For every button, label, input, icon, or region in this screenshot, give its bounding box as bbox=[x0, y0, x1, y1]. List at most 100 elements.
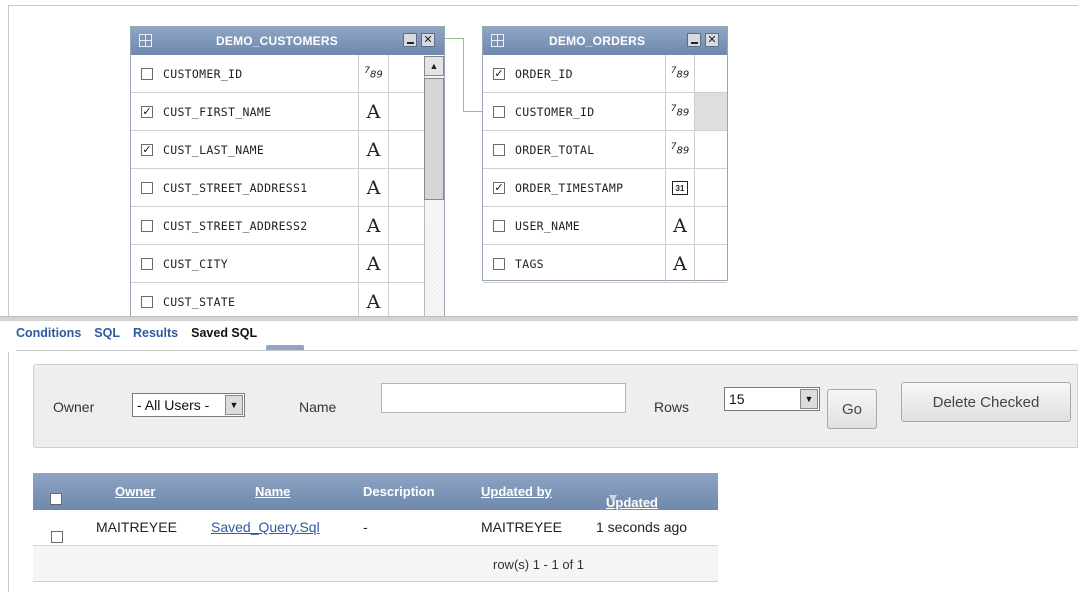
header-updated-by[interactable]: Updated by bbox=[481, 484, 552, 499]
column-checkbox[interactable] bbox=[141, 219, 153, 232]
column-checkbox[interactable] bbox=[493, 105, 505, 118]
orders-table-header[interactable]: DEMO_ORDERS ✕ bbox=[483, 27, 727, 55]
column-type-cell: A bbox=[358, 207, 389, 244]
cell-updated: 1 seconds ago bbox=[596, 519, 688, 535]
scroll-up-arrow-icon[interactable]: ▲ bbox=[424, 56, 444, 76]
text-icon: A bbox=[366, 252, 381, 275]
column-checkbox[interactable] bbox=[493, 143, 505, 156]
column-extra-cell bbox=[695, 55, 727, 92]
designer-frame-top bbox=[8, 5, 1078, 6]
column-checkbox[interactable]: ✓ bbox=[493, 67, 505, 80]
text-icon: A bbox=[366, 290, 381, 313]
column-type-cell: 789 bbox=[665, 55, 695, 92]
number-icon: 789 bbox=[670, 66, 690, 81]
column-row[interactable]: ORDER_TOTAL 789 bbox=[483, 131, 727, 169]
column-row[interactable]: ✓ ORDER_TIMESTAMP 31 bbox=[483, 169, 727, 207]
text-icon: A bbox=[366, 138, 381, 161]
close-icon[interactable]: ✕ bbox=[421, 33, 435, 47]
text-icon: A bbox=[673, 214, 687, 237]
header-owner[interactable]: Owner bbox=[115, 484, 155, 499]
column-name: CUSTOMER_ID bbox=[163, 66, 243, 81]
rows-select[interactable]: 15 ▼ bbox=[724, 387, 820, 411]
panel-splitter[interactable] bbox=[0, 316, 1078, 321]
name-label: Name bbox=[299, 399, 337, 415]
table-grid-icon[interactable] bbox=[491, 34, 504, 47]
column-row[interactable]: CUST_STATE A bbox=[131, 283, 425, 317]
cell-description: - bbox=[363, 519, 368, 535]
cell-name-link[interactable]: Saved_Query.Sql bbox=[211, 519, 320, 535]
column-type-cell: 789 bbox=[358, 55, 389, 92]
close-icon[interactable]: ✕ bbox=[705, 33, 719, 47]
tab-saved-sql[interactable]: Saved SQL bbox=[191, 326, 257, 340]
column-checkbox[interactable]: ✓ bbox=[141, 143, 153, 156]
column-row[interactable]: CUST_STREET_ADDRESS2 A bbox=[131, 207, 425, 245]
column-name: CUST_STATE bbox=[163, 294, 236, 309]
column-type-cell: A bbox=[358, 245, 389, 282]
column-row[interactable]: ✓ ORDER_ID 789 bbox=[483, 55, 727, 93]
column-extra-cell bbox=[389, 169, 425, 206]
column-row[interactable]: CUSTOMER_ID 789 bbox=[483, 93, 727, 131]
tab-sql[interactable]: SQL bbox=[94, 326, 120, 340]
column-type-cell: 789 bbox=[665, 131, 695, 168]
column-row[interactable]: TAGS A bbox=[483, 245, 727, 283]
column-extra-cell bbox=[695, 245, 727, 282]
column-type-cell: A bbox=[358, 93, 389, 130]
number-icon: 789 bbox=[364, 66, 383, 81]
orders-table-title: DEMO_ORDERS bbox=[549, 34, 646, 48]
column-extra-cell bbox=[389, 55, 425, 92]
column-checkbox[interactable] bbox=[141, 295, 153, 308]
column-name: USER_NAME bbox=[515, 218, 581, 233]
column-checkbox[interactable] bbox=[141, 67, 153, 80]
column-checkbox[interactable]: ✓ bbox=[141, 105, 153, 118]
column-checkbox[interactable]: ✓ bbox=[493, 181, 505, 194]
header-checkbox[interactable] bbox=[50, 493, 62, 505]
column-extra-cell bbox=[389, 207, 425, 244]
column-row[interactable]: CUST_STREET_ADDRESS1 A bbox=[131, 169, 425, 207]
rows-label: Rows bbox=[654, 399, 690, 415]
rows-select-value: 15 bbox=[729, 391, 745, 407]
content-frame-left bbox=[8, 352, 9, 592]
scrollbar-thumb[interactable] bbox=[424, 78, 444, 200]
minimize-icon[interactable] bbox=[687, 33, 701, 47]
saved-sql-report: Owner Name Description Updated by Update… bbox=[33, 473, 718, 582]
column-type-cell: 789 bbox=[665, 93, 695, 130]
customers-table[interactable]: DEMO_CUSTOMERS ✕ CUSTOMER_ID 789 ✓ CUST_FIR… bbox=[130, 26, 445, 318]
column-row[interactable]: USER_NAME A bbox=[483, 207, 727, 245]
minimize-icon[interactable] bbox=[403, 33, 417, 47]
number-icon: 789 bbox=[670, 104, 690, 119]
column-row[interactable]: ✓ CUST_LAST_NAME A bbox=[131, 131, 425, 169]
column-type-cell: A bbox=[358, 169, 389, 206]
column-checkbox[interactable] bbox=[141, 257, 153, 270]
table-grid-icon[interactable] bbox=[139, 34, 152, 47]
column-checkbox[interactable] bbox=[141, 181, 153, 194]
customers-table-header[interactable]: DEMO_CUSTOMERS ✕ bbox=[131, 27, 444, 55]
column-row[interactable]: ✓ CUST_FIRST_NAME A bbox=[131, 93, 425, 131]
column-name: CUST_CITY bbox=[163, 256, 229, 271]
column-row[interactable]: CUST_CITY A bbox=[131, 245, 425, 283]
name-input[interactable] bbox=[381, 383, 626, 413]
designer-frame-left bbox=[8, 5, 9, 317]
owner-select[interactable]: - All Users - ▼ bbox=[132, 393, 245, 417]
table-row: MAITREYEE Saved_Query.Sql - MAITREYEE 1 … bbox=[33, 510, 718, 546]
text-icon: A bbox=[366, 176, 381, 199]
column-type-cell: A bbox=[358, 131, 389, 168]
text-icon: A bbox=[366, 100, 381, 123]
join-line-h bbox=[464, 111, 484, 112]
chevron-down-icon[interactable]: ▼ bbox=[225, 395, 243, 415]
date-icon: 31 bbox=[672, 180, 688, 195]
column-checkbox[interactable] bbox=[493, 219, 505, 232]
column-row[interactable]: CUSTOMER_ID 789 bbox=[131, 55, 425, 93]
tab-results[interactable]: Results bbox=[133, 326, 178, 340]
row-checkbox[interactable] bbox=[51, 531, 63, 543]
number-icon: 789 bbox=[670, 142, 690, 157]
chevron-down-icon[interactable]: ▼ bbox=[800, 389, 818, 409]
go-button[interactable]: Go bbox=[827, 389, 877, 429]
header-name[interactable]: Name bbox=[255, 484, 290, 499]
sort-descending-icon bbox=[609, 495, 617, 502]
column-name: CUST_LAST_NAME bbox=[163, 142, 265, 157]
tab-conditions[interactable]: Conditions bbox=[16, 326, 81, 340]
delete-checked-button[interactable]: Delete Checked bbox=[901, 382, 1071, 422]
tab-bar: Conditions SQL Results Saved SQL bbox=[16, 326, 270, 340]
column-checkbox[interactable] bbox=[493, 257, 505, 270]
orders-table[interactable]: DEMO_ORDERS ✕ ✓ ORDER_ID 789 CUSTOMER_ID 789… bbox=[482, 26, 728, 283]
